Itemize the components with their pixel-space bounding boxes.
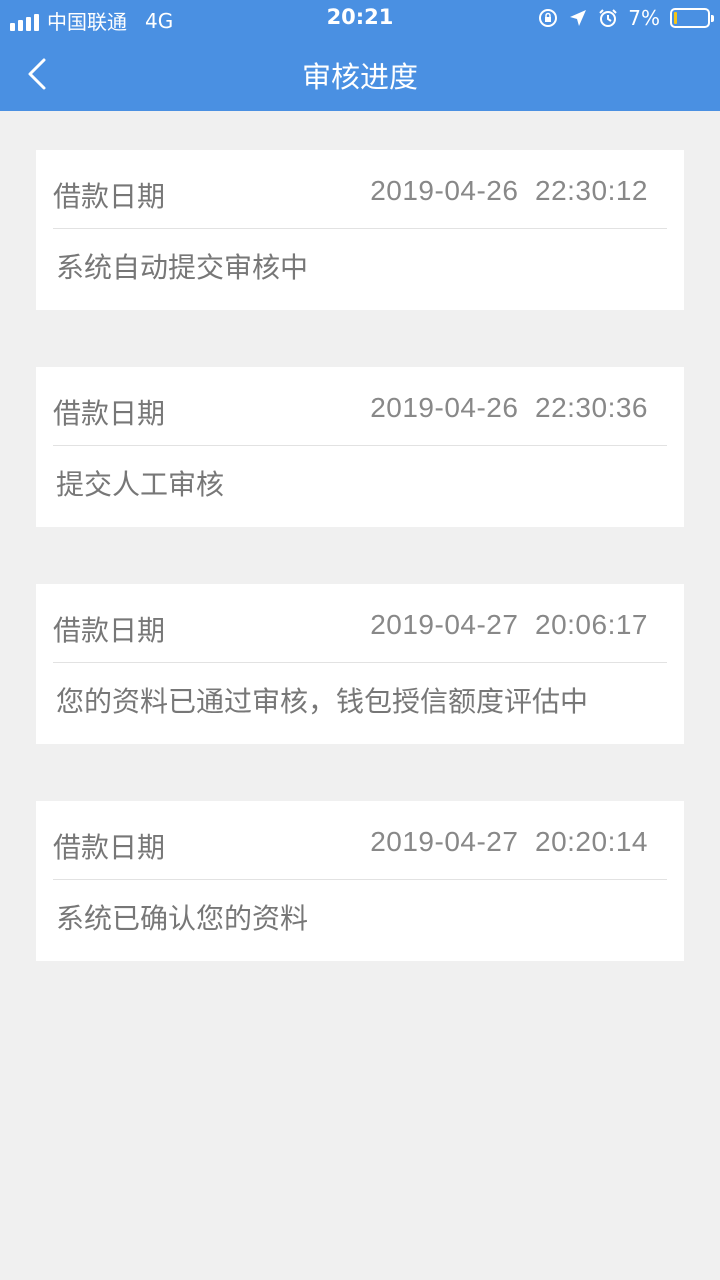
battery-percent: 7% [628, 6, 660, 30]
record-card: 借款日期 2019-04-26 22:30:36 提交人工审核 [36, 367, 684, 527]
loan-date-value: 2019-04-27 20:20:14 [370, 826, 648, 857]
page-title: 审核进度 [301, 60, 418, 94]
loan-date-label: 借款日期 [53, 180, 166, 213]
record-card: 借款日期 2019-04-26 22:30:12 系统自动提交审核中 [36, 150, 684, 310]
battery-level [674, 12, 677, 24]
loan-date-value: 2019-04-26 22:30:12 [370, 175, 648, 206]
review-status: 系统已确认您的资料 [56, 902, 309, 935]
review-status: 提交人工审核 [56, 468, 225, 501]
review-status: 系统自动提交审核中 [56, 251, 309, 284]
record-card-header: 借款日期 2019-04-26 22:30:12 [53, 150, 667, 229]
record-card: 借款日期 2019-04-27 20:06:17 您的资料已通过审核，钱包授信额… [36, 584, 684, 744]
record-card-header: 借款日期 2019-04-27 20:06:17 [53, 584, 667, 663]
loan-date-label: 借款日期 [53, 397, 166, 430]
record-card-header: 借款日期 2019-04-27 20:20:14 [53, 801, 667, 880]
record-card-header: 借款日期 2019-04-26 22:30:36 [53, 367, 667, 446]
status-bar: 中国联通 4G 20:21 7% [0, 0, 720, 36]
battery-icon [670, 8, 714, 28]
loan-date-label: 借款日期 [53, 614, 166, 647]
loan-date-value: 2019-04-26 22:30:36 [370, 392, 648, 423]
alarm-icon [599, 9, 617, 27]
rotation-lock-icon [539, 9, 558, 27]
nav-bar: 审核进度 [0, 36, 720, 111]
review-status: 您的资料已通过审核，钱包授信额度评估中 [56, 685, 589, 718]
loan-date-label: 借款日期 [53, 831, 166, 864]
header: 中国联通 4G 20:21 7% 审核进度 [0, 0, 720, 111]
record-card: 借款日期 2019-04-27 20:20:14 系统已确认您的资料 [36, 801, 684, 961]
location-arrow-icon [570, 10, 587, 26]
loan-date-value: 2019-04-27 20:06:17 [370, 609, 648, 640]
